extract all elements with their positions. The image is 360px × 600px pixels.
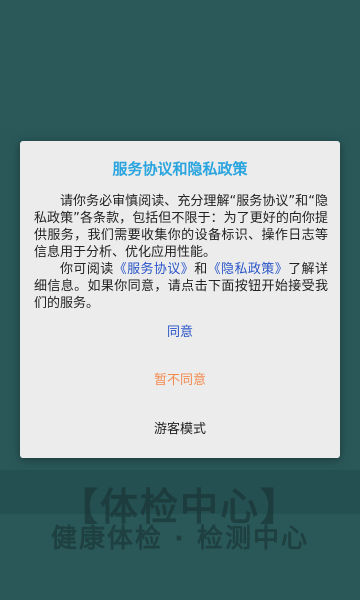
dialog-body: 请你务必审慎阅读、充分理解“服务协议”和“隐私政策”各条款，包括但不限于：为了更…	[34, 193, 328, 312]
service-agreement-link[interactable]: 《服务协议》	[114, 262, 195, 277]
privacy-policy-link[interactable]: 《隐私政策》	[208, 262, 289, 277]
dialog-paragraph-2: 你可阅读《服务协议》和《隐私政策》了解详细信息。如果你同意，请点击下面按钮开始接…	[34, 261, 328, 312]
disagree-button[interactable]: 暂不同意	[20, 366, 340, 396]
privacy-dialog: 服务协议和隐私政策 请你务必审慎阅读、充分理解“服务协议”和“隐私政策”各条款，…	[20, 141, 340, 458]
guest-mode-button[interactable]: 游客模式	[20, 415, 340, 445]
paragraph-2-prefix: 你可阅读	[60, 262, 114, 277]
dialog-paragraph-1: 请你务必审慎阅读、充分理解“服务协议”和“隐私政策”各条款，包括但不限于：为了更…	[34, 194, 328, 260]
agree-button[interactable]: 同意	[20, 318, 340, 348]
paragraph-2-and: 和	[194, 262, 208, 277]
dialog-title: 服务协议和隐私政策	[112, 160, 248, 178]
